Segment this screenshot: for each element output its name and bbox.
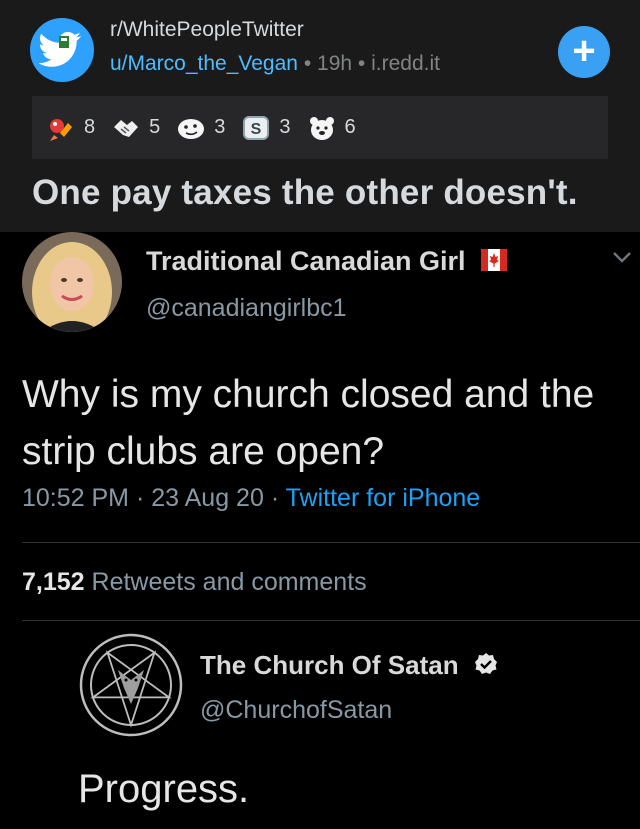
reply-handle[interactable]: @ChurchofSatan (200, 696, 392, 725)
meta-separator: • (303, 52, 312, 75)
sigil-of-baphomet-icon[interactable] (78, 632, 184, 738)
handshake-icon (111, 113, 141, 143)
tweet-author-avatar[interactable] (22, 232, 122, 332)
award-item[interactable]: 5 (111, 113, 160, 143)
post-author-link[interactable]: u/Marco_the_Vegan (110, 52, 298, 75)
divider (22, 542, 640, 543)
reply-display-name-text: The Church Of Satan (200, 650, 459, 680)
tweet-display-name-text: Traditional Canadian Girl (146, 246, 466, 276)
post-meta: u/Marco_the_Vegan • 19h • i.redd.it (110, 52, 440, 76)
meta-separator: • (357, 52, 366, 75)
join-subreddit-button[interactable]: + (558, 26, 610, 78)
award-item[interactable]: 8 (46, 113, 95, 143)
tweet-date[interactable]: 23 Aug 20 (151, 484, 264, 512)
reply-display-name[interactable]: The Church Of Satan (200, 650, 498, 683)
award-count: 6 (344, 116, 356, 138)
meta-dot: · (135, 484, 145, 512)
tweet-display-name[interactable]: Traditional Canadian Girl (146, 246, 508, 278)
tweet-time[interactable]: 10:52 PM (22, 484, 129, 512)
silver-s-icon: S (241, 113, 271, 143)
post-domain-link[interactable]: i.redd.it (371, 52, 440, 75)
bear-icon (307, 113, 337, 143)
rocket-like-icon (46, 113, 76, 143)
subreddit-name[interactable]: r/WhitePeopleTwitter (110, 18, 304, 42)
chevron-down-icon[interactable] (612, 250, 632, 269)
tweet-source-link[interactable]: Twitter for iPhone (286, 484, 481, 512)
tweet-timestamp-line: 10:52 PM · 23 Aug 20 · Twitter for iPhon… (22, 484, 480, 513)
post-age: 19h (317, 52, 353, 75)
smirk-face-icon (176, 113, 206, 143)
award-count: 3 (214, 116, 226, 138)
award-count: 8 (84, 116, 96, 138)
reddit-post-header: r/WhitePeopleTwitter u/Marco_the_Vegan •… (0, 0, 640, 232)
awards-bar[interactable]: 8 5 3 S 3 6 (32, 96, 608, 159)
award-count: 3 (279, 116, 291, 138)
tweet-handle[interactable]: @canadiangirlbc1 (146, 294, 347, 323)
retweets-count: 7,152 (22, 568, 85, 596)
meta-dot: · (270, 484, 280, 512)
reply-text: Progress. (78, 767, 250, 811)
canada-flag-icon (481, 247, 508, 278)
award-item[interactable]: 6 (307, 113, 356, 143)
retweet-stats[interactable]: 7,152 Retweets and comments (22, 568, 367, 597)
post-title[interactable]: One pay taxes the other doesn't. (32, 173, 578, 213)
award-item[interactable]: S 3 (241, 113, 291, 143)
svg-text:S: S (251, 121, 262, 138)
award-item[interactable]: 3 (176, 113, 225, 143)
retweets-label: Retweets and comments (91, 568, 367, 596)
award-count: 5 (149, 116, 161, 138)
verified-badge-icon (474, 652, 498, 683)
divider (22, 620, 640, 621)
tweet-text: Why is my church closed and the strip cl… (22, 373, 595, 473)
subreddit-avatar-icon[interactable] (30, 18, 94, 82)
tweet-screenshot: Traditional Canadian Girl @canadiangirlb… (0, 232, 640, 829)
